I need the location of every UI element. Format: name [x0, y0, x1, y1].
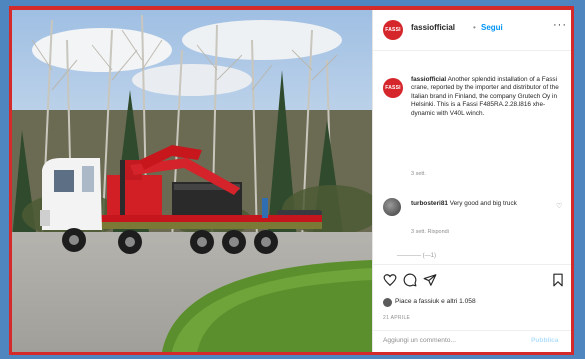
heart-icon[interactable]	[383, 273, 397, 287]
caption-avatar-logo-text: FASSI	[385, 85, 401, 91]
caption-text: fassiofficial Another splendid installat…	[411, 76, 561, 118]
share-icon[interactable]	[423, 273, 437, 287]
account-avatar[interactable]: FASSI	[383, 20, 403, 40]
comment-icon[interactable]	[403, 273, 417, 287]
add-comment-input[interactable]: Aggiungi un commento...	[383, 337, 456, 344]
comment-like-heart-icon[interactable]: ♡	[556, 202, 562, 210]
post-frame: FASSI fassiofficial • Segui ··· FASSI fa…	[9, 6, 574, 355]
comment-meta[interactable]: 3 sett. Rispondi	[411, 229, 449, 235]
comment-text: turbosteri81 Very good and big truck	[411, 200, 551, 208]
action-bar	[373, 264, 571, 291]
post-header: FASSI fassiofficial • Segui ···	[373, 10, 571, 51]
crane-truck-image	[12, 10, 372, 352]
caption-avatar[interactable]: FASSI	[383, 78, 403, 98]
partial-comment: ———— (—1)	[397, 253, 436, 259]
caption-username[interactable]: fassiofficial	[411, 76, 446, 83]
instagram-post: FASSI fassiofficial • Segui ··· FASSI fa…	[12, 10, 571, 352]
bookmark-icon[interactable]	[551, 273, 565, 287]
avatar-logo-text: FASSI	[385, 27, 401, 33]
post-side-panel: FASSI fassiofficial • Segui ··· FASSI fa…	[372, 10, 571, 352]
follow-button[interactable]: Segui	[481, 23, 503, 32]
publish-button[interactable]: Pubblica	[531, 337, 558, 344]
liker-avatar[interactable]	[383, 298, 392, 307]
header-separator: •	[473, 23, 476, 32]
commenter-avatar[interactable]	[383, 198, 401, 216]
post-photo[interactable]	[12, 10, 372, 352]
likes-count[interactable]: Piace a fassiuk e altri 1.058	[395, 298, 476, 305]
header-username[interactable]: fassiofficial	[411, 23, 455, 32]
caption-time: 3 sett.	[411, 171, 426, 177]
comment-username[interactable]: turbosteri81	[411, 200, 448, 207]
more-options-icon[interactable]: ···	[553, 19, 567, 31]
post-date: 21 APRILE	[383, 315, 411, 321]
comment-body: Very good and big truck	[449, 200, 517, 207]
add-comment-row: Aggiungi un commento... Pubblica	[373, 330, 571, 352]
